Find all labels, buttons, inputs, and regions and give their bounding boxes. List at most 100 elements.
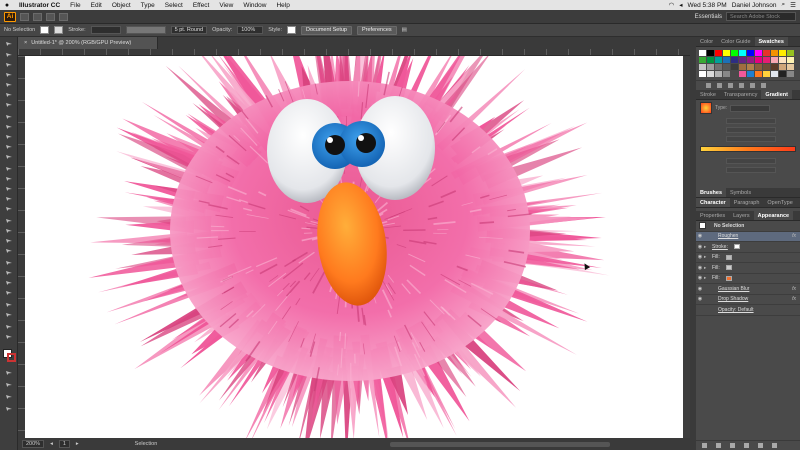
pen-tool-icon[interactable] [4, 91, 14, 99]
expand-triangle-icon[interactable]: ▸ [704, 254, 710, 260]
appearance-row-roughen[interactable]: ◉ Roughen fx [696, 231, 800, 242]
swatch-chip[interactable] [787, 57, 794, 63]
fill-swatch-mini[interactable] [725, 265, 732, 271]
swatch-options-icon[interactable] [728, 82, 733, 88]
visibility-eye-icon[interactable]: ◉ [696, 265, 704, 271]
gradient-aspect-field[interactable] [726, 127, 776, 133]
swatch-chip[interactable] [779, 50, 786, 56]
new-color-group-icon[interactable] [739, 82, 744, 88]
brush-definition-field[interactable]: 5 pt. Round [170, 26, 208, 34]
swatch-kinds-icon[interactable] [717, 82, 722, 88]
width-tool-icon[interactable] [4, 195, 14, 203]
notification-icon[interactable]: ☰ [790, 1, 796, 9]
swatch-chip[interactable] [755, 64, 762, 70]
close-tab-icon[interactable]: × [24, 40, 27, 46]
delete-item-icon[interactable] [772, 443, 777, 448]
swatch-chip[interactable] [699, 57, 706, 63]
graphic-style-swatch[interactable] [287, 26, 297, 34]
direct-selection-tool-icon[interactable] [4, 61, 14, 69]
document-tab[interactable]: × Untitled-1* @ 200% (RGB/GPU Preview) [18, 37, 158, 49]
appearance-label[interactable]: Fill: [712, 275, 720, 281]
swatch-chip[interactable] [771, 50, 778, 56]
add-new-fill-icon[interactable] [716, 443, 721, 448]
column-graph-tool-icon[interactable] [4, 289, 14, 297]
tab-properties[interactable]: Properties [696, 211, 729, 220]
curvature-tool-icon[interactable] [4, 101, 14, 109]
menu-object[interactable]: Object [107, 2, 136, 9]
screen-mode-icon[interactable] [4, 393, 14, 401]
appearance-label[interactable]: Roughen [718, 233, 738, 239]
swatch-chip[interactable] [779, 57, 786, 63]
lasso-tool-icon[interactable] [4, 81, 14, 89]
menu-help[interactable]: Help [271, 2, 294, 9]
variable-width-profile[interactable] [125, 26, 166, 34]
tab-layers[interactable]: Layers [729, 211, 754, 220]
expand-triangle-icon[interactable]: ▸ [704, 244, 710, 250]
swatch-chip[interactable] [723, 57, 730, 63]
vertical-ruler[interactable] [18, 56, 25, 438]
swatch-chip[interactable] [747, 64, 754, 70]
swatch-chip[interactable] [771, 71, 778, 77]
clear-appearance-icon[interactable] [744, 443, 749, 448]
tab-appearance[interactable]: Appearance [753, 211, 794, 220]
clock[interactable]: Wed 5:38 PM [687, 2, 726, 9]
swatch-chip[interactable] [731, 64, 738, 70]
swatch-chip[interactable] [699, 71, 706, 77]
menu-edit[interactable]: Edit [86, 2, 107, 9]
fx-icon[interactable]: fx [792, 233, 796, 239]
appearance-label[interactable]: Fill: [712, 265, 720, 271]
visibility-eye-icon[interactable]: ◉ [696, 296, 704, 302]
appearance-row-fill-1[interactable]: ◉ ▸ Fill: [696, 253, 800, 263]
monster-artwork[interactable] [25, 56, 683, 438]
tab-brushes[interactable]: Brushes [696, 188, 727, 197]
swatch-library-icon[interactable] [706, 82, 711, 88]
menu-window[interactable]: Window [238, 2, 271, 9]
appearance-row-stroke[interactable]: ◉ ▸ Stroke: [696, 242, 800, 253]
tab-transparency[interactable]: Transparency [720, 90, 761, 99]
visibility-eye-icon[interactable]: ◉ [696, 275, 704, 281]
visibility-eye-icon[interactable]: ◉ [696, 254, 704, 260]
collapse-icon[interactable] [4, 40, 14, 48]
swatch-chip[interactable] [707, 64, 714, 70]
visibility-eye-icon[interactable]: ◉ [696, 286, 704, 292]
swatch-chip[interactable] [779, 64, 786, 70]
stroke-swatch[interactable] [54, 26, 64, 34]
visibility-eye-icon[interactable]: ◉ [696, 233, 704, 239]
rotate-tool-icon[interactable] [4, 175, 14, 183]
app-menu[interactable]: Illustrator CC [14, 2, 65, 9]
swatch-chip[interactable] [739, 64, 746, 70]
swatch-chip[interactable] [723, 64, 730, 70]
delete-swatch-icon[interactable] [761, 82, 766, 88]
appearance-label[interactable]: Opacity: Default [718, 307, 754, 313]
stock-search-input[interactable]: Search Adobe Stock [726, 12, 796, 21]
stroke-color-icon[interactable] [7, 353, 16, 362]
eraser-tool-icon[interactable] [4, 165, 14, 173]
swatch-chip[interactable] [739, 71, 746, 77]
gradient-slider[interactable] [700, 146, 796, 152]
swatch-chip[interactable] [715, 64, 722, 70]
swatch-chip[interactable] [707, 71, 714, 77]
mesh-tool-icon[interactable] [4, 237, 14, 245]
expand-triangle-icon[interactable]: ▸ [704, 275, 710, 281]
artboard-number-field[interactable]: 1 [58, 440, 70, 448]
tab-gradient[interactable]: Gradient [761, 90, 792, 99]
gradient-location-field[interactable] [726, 167, 776, 173]
zoom-tool-icon[interactable] [4, 333, 14, 341]
swatch-chip[interactable] [787, 64, 794, 70]
spotlight-icon[interactable]: ⌕ [782, 1, 786, 9]
gradient-preview-swatch[interactable] [700, 102, 712, 114]
duplicate-item-icon[interactable] [758, 443, 763, 448]
swatch-chip[interactable] [755, 57, 762, 63]
stroke-swatch-mini[interactable] [733, 244, 740, 250]
magic-wand-tool-icon[interactable] [4, 71, 14, 79]
tab-color[interactable]: Color [696, 37, 717, 46]
swatch-chip[interactable] [755, 71, 762, 77]
swatch-chip[interactable] [755, 50, 762, 56]
hand-tool-icon[interactable] [4, 323, 14, 331]
appearance-row-gaussian-blur[interactable]: ◉ Gaussian Blur fx [696, 284, 800, 295]
stroke-weight-field[interactable] [90, 26, 121, 34]
appearance-row-fill-2[interactable]: ◉ ▸ Fill: [696, 263, 800, 274]
menu-effect[interactable]: Effect [188, 2, 215, 9]
fill-swatch[interactable] [40, 26, 50, 34]
swatch-chip[interactable] [763, 71, 770, 77]
